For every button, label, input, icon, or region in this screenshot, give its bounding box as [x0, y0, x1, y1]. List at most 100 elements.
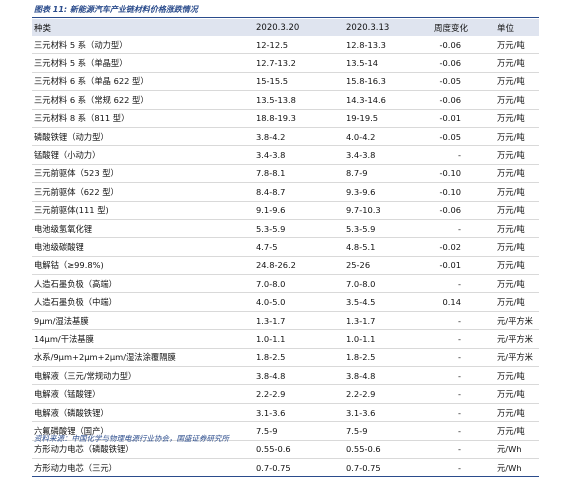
cell-price-previous: 3.1-3.6: [346, 407, 376, 418]
table-row: 水系/9μm+2μm+2μm/湿法涂覆隔膜 1.8-2.5 1.8-2.5 - 元/平方…: [32, 348, 539, 367]
cell-price-previous: 2.2-2.9: [346, 389, 376, 400]
cell-category: 电解液（三元/常规动力型）: [34, 370, 137, 381]
cell-price-previous: 12.8-13.3: [346, 39, 386, 50]
cell-price-current: 3.8-4.8: [256, 370, 286, 381]
cell-unit: 元/平方米: [497, 352, 533, 363]
table-row: 方形动力电芯（三元） 0.7-0.75 0.7-0.75 - 元/Wh: [32, 458, 539, 477]
cell-weekly-change: -: [458, 223, 461, 234]
cell-category: 方形动力电芯（三元）: [34, 462, 117, 473]
cell-weekly-change: -0.02: [439, 241, 461, 252]
cell-price-previous: 9.3-9.6: [346, 186, 376, 197]
cell-weekly-change: -0.06: [439, 58, 461, 69]
cell-price-previous: 15.8-16.3: [346, 76, 386, 87]
cell-price-previous: 0.7-0.75: [346, 462, 381, 473]
cell-price-previous: 4.8-5.1: [346, 241, 376, 252]
cell-weekly-change: -0.01: [439, 113, 461, 124]
table-row: 三元前驱体（523 型） 7.8-8.1 8.7-9 -0.10 万元/吨: [32, 164, 539, 183]
cell-price-current: 3.4-3.8: [256, 150, 286, 161]
table-row: 电解钴（≥99.8%) 24.8-26.2 25-26 -0.01 万元/吨: [32, 256, 539, 275]
table-header: 种类 2020.3.20 2020.3.13 周度变化 单位: [32, 19, 539, 36]
cell-unit: 万元/吨: [497, 150, 525, 161]
price-table: 种类 2020.3.20 2020.3.13 周度变化 单位 三元材料 5 系（…: [32, 19, 539, 477]
cell-price-previous: 8.7-9: [346, 168, 368, 179]
cell-weekly-change: -: [458, 407, 461, 418]
cell-category: 三元前驱体(111 型): [34, 205, 109, 216]
title-divider: [32, 17, 539, 18]
cell-unit: 万元/吨: [497, 76, 525, 87]
header-unit: 单位: [497, 23, 515, 34]
table-row: 三元前驱体(111 型) 9.1-9.6 9.7-10.3 -0.06 万元/吨: [32, 201, 539, 220]
cell-price-current: 18.8-19.3: [256, 113, 296, 124]
cell-category: 14μm/干法基膜: [34, 333, 94, 344]
cell-price-previous: 19-19.5: [346, 113, 379, 124]
cell-unit: 万元/吨: [497, 131, 525, 142]
cell-unit: 元/Wh: [497, 462, 522, 473]
header-date-1: 2020.3.20: [256, 22, 300, 33]
cell-price-current: 8.4-8.7: [256, 186, 286, 197]
cell-weekly-change: -: [458, 278, 461, 289]
cell-weekly-change: -0.06: [439, 39, 461, 50]
cell-weekly-change: -: [458, 352, 461, 363]
cell-category: 电解液（磷酸铁锂）: [34, 407, 109, 418]
cell-price-previous: 1.8-2.5: [346, 352, 376, 363]
cell-category: 三元材料 5 系（动力型）: [34, 39, 128, 50]
cell-price-current: 0.55-0.6: [256, 444, 291, 455]
cell-category: 磷酸铁锂（动力型）: [34, 131, 109, 142]
cell-price-current: 3.8-4.2: [256, 131, 286, 142]
cell-price-current: 7.0-8.0: [256, 278, 286, 289]
cell-price-current: 1.8-2.5: [256, 352, 286, 363]
table-row: 电解液（三元/常规动力型） 3.8-4.8 3.8-4.8 - 万元/吨: [32, 367, 539, 385]
cell-unit: 万元/吨: [497, 39, 525, 50]
cell-price-previous: 5.3-5.9: [346, 223, 376, 234]
cell-price-current: 5.3-5.9: [256, 223, 286, 234]
cell-weekly-change: -: [458, 150, 461, 161]
cell-unit: 元/平方米: [497, 315, 533, 326]
table-row: 电池级碳酸锂 4.7-5 4.8-5.1 -0.02 万元/吨: [32, 238, 539, 257]
cell-unit: 元/Wh: [497, 444, 522, 455]
cell-weekly-change: -0.05: [439, 131, 461, 142]
cell-unit: 万元/吨: [497, 58, 525, 69]
cell-price-previous: 7.5-9: [346, 425, 368, 436]
header-weekly-change: 周度变化: [434, 23, 469, 34]
cell-weekly-change: -: [458, 462, 461, 473]
source-note: 资料来源：中国化学与物理电源行业协会，国盛证券研究所: [34, 434, 229, 443]
cell-unit: 万元/吨: [497, 297, 525, 308]
cell-category: 电解钴（≥99.8%): [34, 260, 104, 271]
cell-price-previous: 1.0-1.1: [346, 333, 376, 344]
cell-weekly-change: -: [458, 425, 461, 436]
cell-price-current: 24.8-26.2: [256, 260, 296, 271]
cell-unit: 万元/吨: [497, 94, 525, 105]
cell-price-previous: 3.4-3.8: [346, 150, 376, 161]
cell-weekly-change: -0.10: [439, 168, 461, 179]
cell-unit: 万元/吨: [497, 389, 525, 400]
cell-price-previous: 3.5-4.5: [346, 297, 376, 308]
cell-unit: 万元/吨: [497, 186, 525, 197]
cell-unit: 元/平方米: [497, 333, 533, 344]
cell-price-current: 1.0-1.1: [256, 333, 286, 344]
cell-category: 三元材料 6 系（单晶 622 型）: [34, 76, 149, 87]
cell-unit: 万元/吨: [497, 425, 525, 436]
figure-title: 图表 11: 新能源汽车产业链材料价格涨跌情况: [34, 5, 198, 14]
table-row: 9μm/湿法基膜 1.3-1.7 1.3-1.7 - 元/平方米: [32, 311, 539, 330]
cell-category: 锰酸锂（小动力）: [34, 150, 101, 161]
cell-price-current: 1.3-1.7: [256, 315, 286, 326]
cell-unit: 万元/吨: [497, 113, 525, 124]
cell-price-previous: 3.8-4.8: [346, 370, 376, 381]
table-row: 电池级氢氧化锂 5.3-5.9 5.3-5.9 - 万元/吨: [32, 219, 539, 238]
table-row: 三元材料 6 系（单晶 622 型） 15-15.5 15.8-16.3 -0.05 万…: [32, 72, 539, 91]
header-date-2: 2020.3.13: [346, 22, 390, 33]
cell-price-previous: 1.3-1.7: [346, 315, 376, 326]
cell-price-current: 4.0-5.0: [256, 297, 286, 308]
table-row: 三元材料 6 系（常规 622 型） 13.5-13.8 14.3-14.6 -0.0…: [32, 91, 539, 110]
cell-category: 三元前驱体（523 型）: [34, 168, 119, 179]
cell-price-previous: 4.0-4.2: [346, 131, 376, 142]
cell-category: 三元材料 6 系（常规 622 型）: [34, 94, 149, 105]
table-row: 电解液（磷酸铁锂） 3.1-3.6 3.1-3.6 - 万元/吨: [32, 403, 539, 422]
cell-weekly-change: -0.01: [439, 260, 461, 271]
cell-price-current: 0.7-0.75: [256, 462, 291, 473]
cell-weekly-change: -: [458, 389, 461, 400]
cell-unit: 万元/吨: [497, 370, 525, 381]
cell-price-current: 3.1-3.6: [256, 407, 286, 418]
cell-price-previous: 0.55-0.6: [346, 444, 381, 455]
cell-weekly-change: -0.06: [439, 205, 461, 216]
